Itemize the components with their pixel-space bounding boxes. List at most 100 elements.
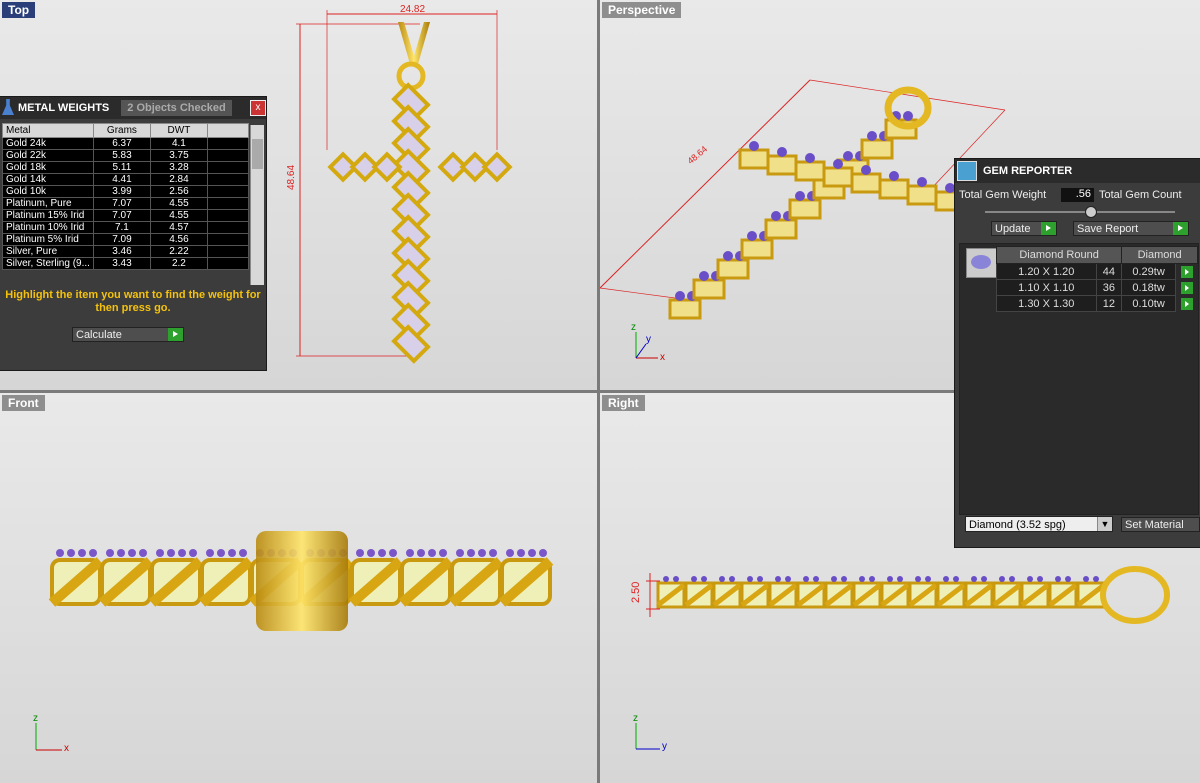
gem-stone: [139, 549, 147, 557]
slider-track[interactable]: [985, 211, 1175, 213]
gem-stone: [156, 549, 164, 557]
grams-value: 3.43: [92, 257, 151, 270]
gem-stone: [228, 549, 236, 557]
metal-name: Gold 10k: [2, 185, 94, 198]
gem-list: Diamond Round Diamond 1.20 X 1.20 44 0.29t…: [959, 243, 1199, 515]
dwt-value: 4.57: [149, 221, 208, 234]
gem-stone: [478, 549, 486, 557]
front-axis-x-label: x: [64, 743, 69, 754]
grams-value: 7.07: [92, 197, 151, 210]
gem-stone: [663, 576, 669, 582]
gem-stone: [456, 549, 464, 557]
chain-link: [738, 148, 770, 170]
gem-stone: [843, 151, 853, 161]
gem-stone: [917, 177, 927, 187]
gem-stone: [859, 576, 865, 582]
update-go-icon[interactable]: [1041, 222, 1056, 235]
chain-link: [668, 298, 702, 320]
go-icon[interactable]: [1180, 281, 1193, 294]
gem-row-go[interactable]: [1175, 263, 1198, 280]
gem-stone: [1009, 576, 1015, 582]
row-spacer: [206, 185, 250, 198]
chain-link: [692, 278, 726, 300]
table-row[interactable]: Gold 14k 4.41 2.84: [2, 173, 250, 186]
gem-stone: [506, 549, 514, 557]
table-row[interactable]: Gold 18k 5.11 3.28: [2, 161, 250, 174]
col-metal[interactable]: Metal: [2, 123, 94, 138]
table-row[interactable]: Platinum, Pure 7.07 4.55: [2, 197, 250, 210]
metal-name: Gold 24k: [2, 137, 94, 150]
calculate-select[interactable]: Calculate: [72, 327, 184, 342]
gem-stone: [775, 576, 781, 582]
gem-stone: [189, 549, 197, 557]
gem-reporter-header[interactable]: GEM REPORTER: [955, 159, 1200, 183]
gem-stone: [723, 251, 733, 261]
dwt-value: 2.56: [149, 185, 208, 198]
slider-handle[interactable]: [1085, 206, 1097, 218]
update-button[interactable]: Update: [991, 221, 1057, 236]
metal-name: Platinum 10% Irid: [2, 221, 94, 234]
col-diamond[interactable]: Diamond: [1121, 246, 1198, 264]
metal-name: Platinum 5% Irid: [2, 233, 94, 246]
gem-stone: [699, 271, 709, 281]
viewport-front[interactable]: Front z x: [0, 393, 597, 783]
gem-stone: [439, 549, 447, 557]
table-row[interactable]: Platinum 15% Irid 7.07 4.55: [2, 209, 250, 222]
table-row[interactable]: Platinum 10% Irid 7.1 4.57: [2, 221, 250, 234]
material-select-value: Diamond (3.52 spg): [969, 519, 1066, 531]
gem-stone: [1037, 576, 1043, 582]
update-label: Update: [995, 223, 1031, 235]
gem-row[interactable]: 1.30 X 1.30 12 0.10tw: [996, 295, 1198, 312]
gem-stone: [239, 549, 247, 557]
dwt-value: 4.55: [149, 197, 208, 210]
save-report-button[interactable]: Save Report: [1073, 221, 1189, 236]
go-icon[interactable]: [1180, 297, 1193, 310]
metal-weights-header[interactable]: METAL WEIGHTS 2 Objects Checked x: [0, 97, 266, 119]
set-material-button[interactable]: Set Material: [1121, 517, 1200, 532]
objects-checked-tab[interactable]: 2 Objects Checked: [121, 100, 232, 116]
gem-stone: [889, 171, 899, 181]
gem-stone: [78, 549, 86, 557]
metal-name: Silver, Sterling (9...: [2, 257, 94, 270]
table-row[interactable]: Gold 10k 3.99 2.56: [2, 185, 250, 198]
gem-weight: 0.29tw: [1121, 263, 1176, 280]
gem-row[interactable]: 1.10 X 1.10 36 0.18tw: [996, 279, 1198, 296]
gem-row-go[interactable]: [1175, 295, 1198, 312]
grams-value: 5.83: [92, 149, 151, 162]
scroll-thumb[interactable]: [252, 139, 263, 169]
col-diamond-round[interactable]: Diamond Round: [995, 246, 1123, 264]
table-row[interactable]: Silver, Pure 3.46 2.22: [2, 245, 250, 258]
grams-value: 3.99: [92, 185, 151, 198]
grams-value: 6.37: [92, 137, 151, 150]
dwt-value: 4.56: [149, 233, 208, 246]
gem-stone: [178, 549, 186, 557]
gem-stone: [673, 576, 679, 582]
gem-stone: [67, 549, 75, 557]
gem-stone: [887, 576, 893, 582]
chevron-down-icon[interactable]: ▼: [1097, 517, 1112, 531]
close-icon[interactable]: x: [250, 100, 266, 116]
gem-row[interactable]: 1.20 X 1.20 44 0.29tw: [996, 263, 1198, 280]
table-row[interactable]: Gold 22k 5.83 3.75: [2, 149, 250, 162]
col-dwt[interactable]: DWT: [149, 123, 208, 138]
gem-stone: [953, 576, 959, 582]
table-row[interactable]: Silver, Sterling (9... 3.43 2.2: [2, 257, 250, 270]
table-row[interactable]: Platinum 5% Irid 7.09 4.56: [2, 233, 250, 246]
material-select[interactable]: Diamond (3.52 spg) ▼: [965, 516, 1113, 532]
go-icon[interactable]: [168, 328, 183, 341]
table-row[interactable]: Gold 24k 6.37 4.1: [2, 137, 250, 150]
gem-stone: [1027, 576, 1033, 582]
gem-stone: [539, 549, 547, 557]
save-go-icon[interactable]: [1173, 222, 1188, 235]
chain-link: [878, 178, 910, 200]
gem-stone: [897, 576, 903, 582]
grams-value: 7.07: [92, 209, 151, 222]
diamond-icon[interactable]: [966, 248, 998, 278]
col-grams[interactable]: Grams: [92, 123, 151, 138]
metal-weights-scrollbar[interactable]: [250, 125, 264, 285]
gem-weight: 0.18tw: [1121, 279, 1176, 296]
row-spacer: [206, 233, 250, 246]
row-spacer: [206, 149, 250, 162]
gem-row-go[interactable]: [1175, 279, 1198, 296]
go-icon[interactable]: [1180, 265, 1193, 278]
